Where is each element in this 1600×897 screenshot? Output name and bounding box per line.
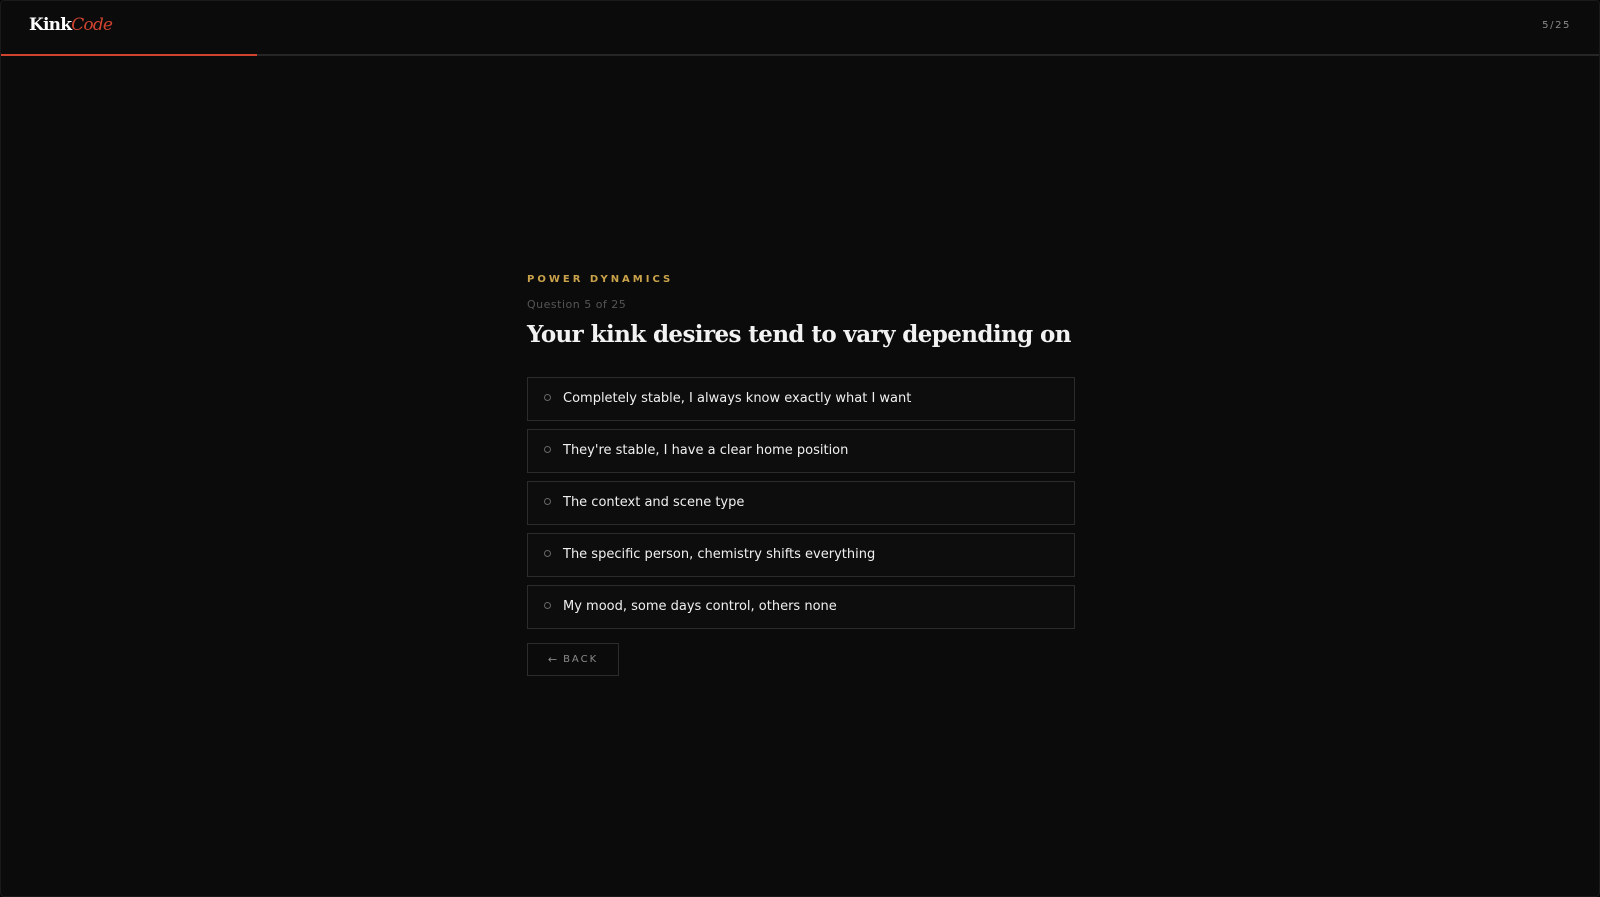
logo[interactable]: KinkCode	[29, 15, 113, 35]
category-label: POWER DYNAMICS	[527, 274, 674, 285]
radio-circle-icon	[544, 498, 551, 505]
radio-circle-icon	[544, 394, 551, 401]
back-button[interactable]: ← BACK	[527, 643, 619, 676]
radio-circle-icon	[544, 550, 551, 557]
top-bar: KinkCode 5/25	[1, 1, 1599, 56]
answer-option-label: The specific person, chemistry shifts ev…	[563, 547, 876, 562]
question-card: POWER DYNAMICS Question 5 of 25 Your kin…	[527, 273, 1075, 676]
answer-option-label: My mood, some days control, others none	[563, 599, 837, 614]
answer-option-label: The context and scene type	[563, 495, 745, 510]
answer-option-label: They're stable, I have a clear home posi…	[563, 443, 849, 458]
back-button-label: BACK	[563, 654, 599, 665]
answer-options: Completely stable, I always know exactly…	[527, 377, 1075, 629]
answer-option[interactable]: Completely stable, I always know exactly…	[527, 377, 1075, 421]
answer-option-label: Completely stable, I always know exactly…	[563, 391, 912, 406]
answer-option[interactable]: My mood, some days control, others none	[527, 585, 1075, 629]
radio-circle-icon	[544, 602, 551, 609]
logo-primary-text: Kink	[29, 15, 72, 35]
radio-circle-icon	[544, 446, 551, 453]
progress-bar	[1, 54, 1599, 56]
question-title: Your kink desires tend to vary depending…	[527, 321, 1072, 348]
question-number: Question 5 of 25	[527, 298, 627, 311]
progress-bar-fill	[1, 54, 257, 56]
arrow-left-icon: ←	[547, 653, 558, 666]
progress-counter: 5/25	[1542, 20, 1571, 31]
answer-option[interactable]: They're stable, I have a clear home posi…	[527, 429, 1075, 473]
logo-accent-text: Code	[71, 15, 113, 35]
app-window: KinkCode 5/25 POWER DYNAMICS Question 5 …	[0, 0, 1600, 897]
answer-option[interactable]: The context and scene type	[527, 481, 1075, 525]
answer-option[interactable]: The specific person, chemistry shifts ev…	[527, 533, 1075, 577]
